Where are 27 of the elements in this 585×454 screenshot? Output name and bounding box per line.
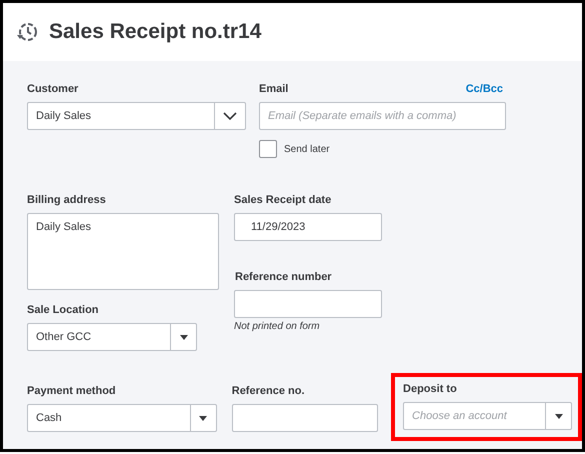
field-label: Sale Location	[27, 303, 99, 317]
caret-icon	[180, 334, 188, 340]
date-field[interactable]: 11/29/2023	[234, 213, 382, 241]
reference-number-field[interactable]	[234, 290, 382, 318]
field-label: Sales Receipt date	[234, 193, 332, 207]
payment-method-dropdown[interactable]: Cash	[27, 404, 217, 432]
caret-icon	[554, 414, 562, 418]
billing-address-field[interactable]: Daily Sales	[27, 213, 219, 290]
field-label: Customer	[27, 82, 78, 96]
history-icon[interactable]	[15, 20, 39, 44]
page-title: Sales Receipt no.tr14	[49, 20, 262, 44]
cc-bcc-link[interactable]: Cc/Bcc	[466, 82, 503, 96]
checkbox-label: Send later	[284, 144, 330, 154]
chevron-icon	[223, 112, 237, 120]
sale-location-dropdown[interactable]: Other GCC	[27, 323, 197, 351]
customer-dropdown[interactable]: Daily Sales	[27, 102, 246, 130]
field-label: Deposit to	[403, 382, 457, 396]
field-label: Billing address	[27, 193, 106, 207]
field-label: Email	[259, 82, 288, 96]
field-label: Reference number	[235, 270, 332, 284]
reference-no-field[interactable]	[232, 404, 378, 432]
field-hint: Not printed on form	[234, 321, 321, 332]
caret-icon	[199, 416, 208, 420]
email-field[interactable]: Email (Separate emails with a comma)	[259, 102, 506, 130]
field-label: Reference no.	[232, 384, 304, 398]
field-label: Payment method	[27, 384, 116, 398]
send-later-checkbox[interactable]	[259, 140, 277, 158]
